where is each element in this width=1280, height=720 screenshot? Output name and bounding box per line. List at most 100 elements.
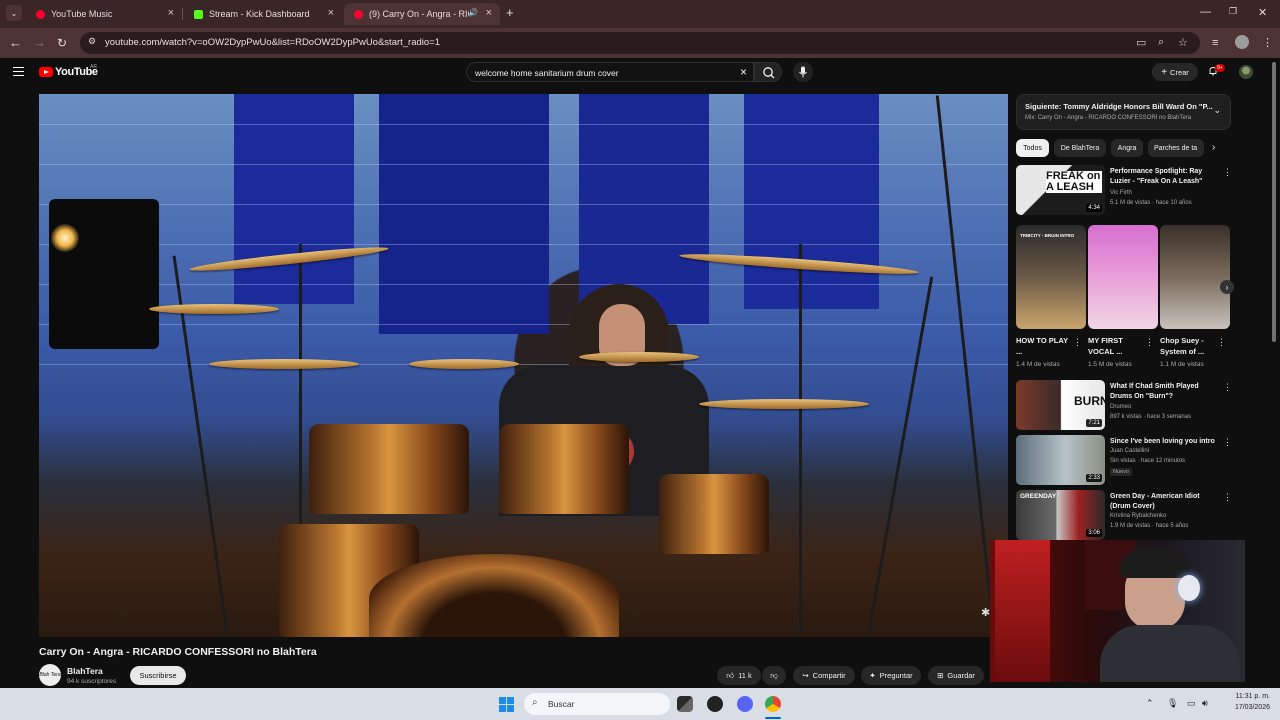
back-arrow-icon[interactable]: ← bbox=[9, 35, 22, 51]
address-bar[interactable]: ⚙ youtube.com/watch?v=oOW2DypPwUo&list=R… bbox=[80, 32, 1200, 54]
acoustic-panel bbox=[379, 94, 549, 334]
short-thumbnail[interactable]: TRIBCITY - BRUIN INTRO bbox=[1016, 225, 1086, 329]
chip-angra[interactable]: Angra bbox=[1111, 139, 1143, 157]
channel-name[interactable]: Juan Castellini bbox=[1110, 448, 1149, 454]
chrome-app-icon[interactable] bbox=[765, 696, 781, 712]
file-explorer-app-icon[interactable] bbox=[677, 696, 693, 712]
reload-icon[interactable]: ↻ bbox=[57, 35, 67, 51]
active-app-indicator bbox=[765, 717, 781, 719]
more-options-icon[interactable]: ⋮ bbox=[1073, 337, 1082, 348]
microphone-tray-icon[interactable]: 🎙︎ bbox=[1167, 698, 1178, 709]
profile-avatar-icon[interactable] bbox=[1235, 35, 1249, 49]
windows-start-icon[interactable] bbox=[499, 697, 514, 712]
close-window-icon[interactable]: ✕ bbox=[1258, 6, 1267, 19]
video-thumbnail[interactable]: BURN 7:21 bbox=[1016, 380, 1105, 430]
tab-carry-on-angra[interactable]: (9) Carry On - Angra - RICA 🔊 × bbox=[344, 3, 500, 25]
hamburger-menu-icon[interactable] bbox=[13, 67, 24, 76]
more-options-icon[interactable]: ⋮ bbox=[1145, 337, 1154, 348]
chevron-right-icon[interactable]: › bbox=[1212, 142, 1215, 153]
minimize-icon[interactable]: — bbox=[1200, 6, 1211, 18]
tab-kick-dashboard[interactable]: Stream - Kick Dashboard × bbox=[184, 3, 342, 25]
clear-search-icon[interactable]: × bbox=[740, 65, 747, 79]
new-tab-button[interactable]: + bbox=[506, 5, 514, 20]
close-tab-icon[interactable]: × bbox=[486, 7, 492, 19]
account-avatar[interactable] bbox=[1239, 65, 1253, 79]
discord-app-icon[interactable] bbox=[737, 696, 753, 712]
video-player[interactable]: ✱ bbox=[39, 94, 1008, 637]
bookmark-star-icon[interactable]: ☆ bbox=[1178, 36, 1188, 49]
subscribe-button[interactable]: Suscribirse bbox=[130, 666, 186, 685]
spotlight-glow bbox=[51, 224, 79, 252]
more-options-icon[interactable]: ⋮ bbox=[1223, 492, 1232, 503]
tab-title: (9) Carry On - Angra - RICA bbox=[369, 9, 469, 19]
share-button[interactable]: ↪ Compartir bbox=[793, 666, 855, 685]
browser-menu-icon[interactable]: ⋮ bbox=[1262, 35, 1273, 51]
short-title[interactable]: HOW TO PLAY ... bbox=[1016, 335, 1071, 357]
tab-youtube-music[interactable]: YouTube Music × bbox=[26, 3, 183, 25]
channel-name[interactable]: Kristina Rybalchenko bbox=[1110, 513, 1166, 519]
network-icon[interactable]: ▭ bbox=[1187, 698, 1196, 709]
tab-search-icon[interactable]: ⌄ bbox=[6, 5, 22, 21]
short-thumbnail-text: TRIBCITY - BRUIN INTRO bbox=[1020, 233, 1075, 238]
url-text[interactable]: youtube.com/watch?v=oOW2DypPwUo&list=RDo… bbox=[105, 37, 440, 48]
create-button[interactable]: + Crear bbox=[1152, 63, 1198, 81]
thumbs-down-icon: 👎︎ bbox=[770, 670, 778, 680]
brick-line bbox=[39, 124, 1008, 125]
video-thumbnail[interactable]: 2:33 bbox=[1016, 435, 1105, 485]
channel-name[interactable]: BlahTera bbox=[67, 666, 103, 676]
chip-de-blahtera[interactable]: De BlahTera bbox=[1054, 139, 1106, 157]
browser-toolbar: ← → ↻ ⚙ youtube.com/watch?v=oOW2DypPwUo&… bbox=[0, 28, 1280, 58]
channel-avatar[interactable]: Blah Tera bbox=[39, 664, 61, 686]
short-thumbnail[interactable] bbox=[1160, 225, 1230, 329]
short-title[interactable]: Chop Suey - System of ... bbox=[1160, 335, 1215, 357]
page-scrollbar[interactable] bbox=[1272, 62, 1276, 342]
volume-icon[interactable]: 🔊︎ bbox=[1202, 698, 1208, 709]
video-title[interactable]: Green Day - American Idiot (Drum Cover) bbox=[1110, 492, 1218, 512]
tray-expand-icon[interactable]: ⌃ bbox=[1146, 698, 1154, 709]
close-tab-icon[interactable]: × bbox=[328, 7, 334, 19]
search-query-text[interactable]: welcome home sanitarium drum cover bbox=[475, 68, 619, 78]
cast-icon[interactable]: ▭ bbox=[1136, 36, 1146, 49]
snare-drum bbox=[659, 474, 769, 554]
more-options-icon[interactable]: ⋮ bbox=[1217, 337, 1226, 348]
ask-button[interactable]: ✦ Preguntar bbox=[861, 666, 921, 685]
more-options-icon[interactable]: ⋮ bbox=[1223, 382, 1232, 393]
chip-todos[interactable]: Todos bbox=[1016, 139, 1049, 157]
youtube-logo-icon[interactable] bbox=[39, 67, 53, 77]
search-input[interactable]: welcome home sanitarium drum cover × bbox=[466, 62, 754, 82]
video-title[interactable]: What If Chad Smith Played Drums On "Burn… bbox=[1110, 382, 1218, 402]
search-button[interactable] bbox=[754, 62, 782, 82]
chip-parches[interactable]: Parches de ta bbox=[1148, 139, 1204, 157]
voice-search-button[interactable] bbox=[793, 62, 813, 82]
obs-app-icon[interactable] bbox=[707, 696, 723, 712]
channel-name[interactable]: Drumeo bbox=[1110, 404, 1131, 410]
chevron-down-icon[interactable]: ⌄ bbox=[1213, 105, 1221, 116]
speaker-icon[interactable]: 🔊 bbox=[468, 8, 478, 17]
video-thumbnail[interactable]: FREAK on A LEASH 4:34 bbox=[1016, 165, 1105, 215]
like-button[interactable]: 👍︎ 11 k bbox=[717, 666, 761, 685]
reading-list-icon[interactable]: ≡ bbox=[1212, 35, 1218, 51]
clock-date[interactable]: 17/03/2026 bbox=[1226, 704, 1270, 711]
video-thumbnail[interactable]: GREENDAY 3:06 bbox=[1016, 490, 1105, 540]
taskbar-search-input[interactable]: ⌕ Buscar bbox=[524, 693, 670, 715]
short-title[interactable]: MY FIRST VOCAL ... bbox=[1088, 335, 1143, 357]
clock-time[interactable]: 11:31 p. m. bbox=[1226, 693, 1270, 700]
forward-arrow-icon[interactable]: → bbox=[33, 35, 46, 51]
more-options-icon[interactable]: ⋮ bbox=[1223, 437, 1232, 448]
dislike-button[interactable]: 👎︎ bbox=[762, 666, 786, 685]
microphone-icon bbox=[799, 66, 807, 78]
up-next-subtitle: Mix: Carry On - Angra - RICARDO CONFESSO… bbox=[1025, 115, 1192, 121]
save-button[interactable]: ⊞ Guardar bbox=[928, 666, 984, 685]
video-title[interactable]: Since I've been loving you intro bbox=[1110, 437, 1218, 447]
video-title[interactable]: Performance Spotlight: Ray Luzier - "Fre… bbox=[1110, 167, 1218, 187]
up-next-mix-card[interactable]: Siguiente: Tommy Aldridge Honors Bill Wa… bbox=[1016, 94, 1231, 130]
player-settings-icon[interactable]: ✱ bbox=[981, 606, 990, 619]
short-thumbnail[interactable] bbox=[1088, 225, 1158, 329]
close-tab-icon[interactable]: × bbox=[168, 7, 174, 19]
zoom-icon[interactable]: ⌕ bbox=[1158, 36, 1164, 49]
site-info-icon[interactable]: ⚙ bbox=[88, 36, 96, 47]
channel-name[interactable]: Vic Firth bbox=[1110, 190, 1132, 196]
more-options-icon[interactable]: ⋮ bbox=[1223, 167, 1232, 178]
restore-icon[interactable]: ❐ bbox=[1229, 6, 1237, 17]
shorts-next-arrow-icon[interactable]: › bbox=[1220, 280, 1234, 294]
